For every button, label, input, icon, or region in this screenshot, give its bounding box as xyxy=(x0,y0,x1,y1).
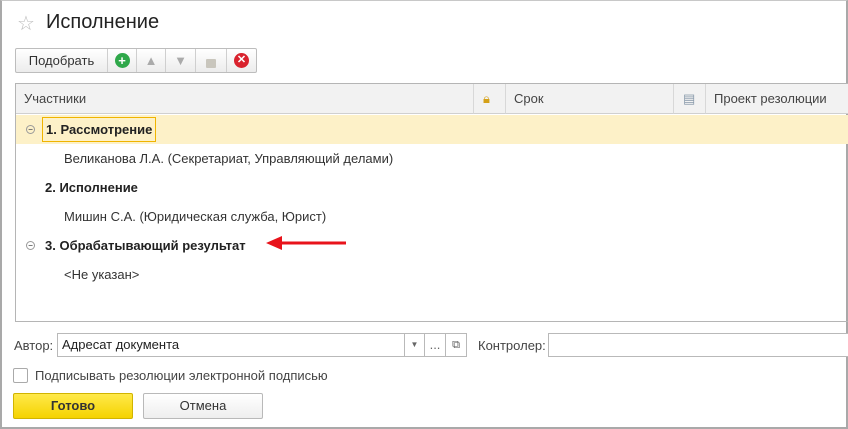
participants-table: Участники 🔒︎ Срок ▤ Проект резолюции − 1… xyxy=(15,83,848,322)
author-dropdown-button[interactable]: ▼ xyxy=(404,333,425,357)
cancel-button[interactable]: Отмена xyxy=(143,393,263,419)
controller-input[interactable] xyxy=(548,333,848,357)
row-label: 3. Обрабатывающий результат xyxy=(45,238,246,253)
move-down-button[interactable]: ▼ xyxy=(166,49,196,72)
column-lock[interactable]: 🔒︎ xyxy=(474,84,506,114)
table-row[interactable]: Великанова Л.А. (Секретариат, Управляющи… xyxy=(16,144,848,173)
controller-label: Контролер: xyxy=(478,338,546,353)
window-title: Исполнение xyxy=(46,11,160,33)
toolbar: Подобрать + ▲ ▼ ✕ xyxy=(15,48,257,73)
red-arrow-annotation xyxy=(266,236,346,250)
table-row[interactable]: <Не указан> xyxy=(16,260,848,289)
table-row-group[interactable]: 2. Исполнение xyxy=(16,173,848,202)
delete-icon: ✕ xyxy=(234,53,249,68)
author-input[interactable]: Адресат документа xyxy=(57,333,405,357)
column-deadline[interactable]: Срок xyxy=(506,84,674,114)
column-participants[interactable]: Участники xyxy=(16,84,474,114)
author-label: Автор: xyxy=(14,338,54,353)
author-open-button[interactable]: ⧉ xyxy=(445,333,467,357)
lock-icon xyxy=(206,58,216,68)
table-row-group[interactable]: − 1. Рассмотрение xyxy=(16,115,848,144)
collapse-icon[interactable]: − xyxy=(26,241,35,250)
move-up-button[interactable]: ▲ xyxy=(137,49,166,72)
sign-checkbox-label[interactable]: Подписывать резолюции электронной подпис… xyxy=(35,368,328,383)
arrow-down-icon: ▼ xyxy=(174,53,187,68)
row-label: <Не указан> xyxy=(64,267,140,282)
sign-checkbox[interactable] xyxy=(13,368,28,383)
chevron-down-icon: ▼ xyxy=(410,340,419,349)
column-document[interactable]: ▤ xyxy=(674,84,706,114)
favorite-star-icon[interactable]: ☆ xyxy=(17,11,35,36)
dialog-window: ☆ Исполнение Подобрать + ▲ ▼ ✕ Участники… xyxy=(0,0,848,429)
table-row-group[interactable]: − 3. Обрабатывающий результат xyxy=(16,231,848,260)
open-window-icon: ⧉ xyxy=(452,339,460,351)
document-icon: ▤ xyxy=(683,91,696,106)
row-label: Мишин С.А. (Юридическая служба, Юрист) xyxy=(64,209,327,224)
pick-button[interactable]: Подобрать xyxy=(16,49,108,72)
author-select-button[interactable]: ... xyxy=(424,333,446,357)
add-button[interactable]: + xyxy=(108,49,137,72)
delete-button[interactable]: ✕ xyxy=(227,49,256,72)
ok-button[interactable]: Готово xyxy=(13,393,133,419)
row-label: Великанова Л.А. (Секретариат, Управляющи… xyxy=(64,151,394,166)
collapse-icon[interactable]: − xyxy=(26,125,35,134)
row-label: 1. Рассмотрение xyxy=(42,117,157,142)
table-row[interactable]: Мишин С.А. (Юридическая служба, Юрист) xyxy=(16,202,848,231)
column-resolution[interactable]: Проект резолюции xyxy=(706,84,848,114)
row-label: 2. Исполнение xyxy=(45,180,138,195)
arrow-up-icon: ▲ xyxy=(144,53,158,68)
lock-button[interactable] xyxy=(196,49,227,72)
lock-icon: 🔒︎ xyxy=(483,91,490,106)
plus-icon: + xyxy=(114,53,130,68)
